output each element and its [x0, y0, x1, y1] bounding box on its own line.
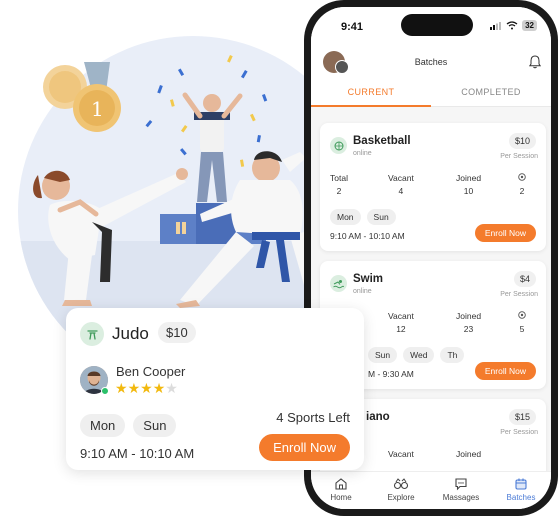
- batch-price-unit: Per Session: [500, 291, 538, 298]
- enroll-now-button[interactable]: Enroll Now: [474, 362, 536, 380]
- app-header: Batches: [311, 47, 551, 81]
- battery-icon: 32: [522, 20, 537, 31]
- stat-vacant: Vacant 4: [388, 173, 414, 196]
- binoculars-icon: [393, 478, 409, 490]
- page-title: Batches: [414, 57, 448, 67]
- stat-joined: Joined 10: [456, 173, 482, 196]
- sports-left: 4 Sports Left: [276, 410, 350, 425]
- wifi-icon: [506, 21, 518, 30]
- batch-mode: online: [353, 150, 372, 157]
- rating-stars: ★★★★★: [115, 380, 178, 397]
- batch-time: 9:10 AM - 10:10 AM: [330, 231, 405, 241]
- sport-name: Judo: [112, 324, 149, 343]
- batch-card-basketball[interactable]: Basketball online $10 Per Session Total 2…: [320, 123, 546, 251]
- batch-days: Mon Sun: [330, 209, 396, 225]
- enroll-now-button[interactable]: Enroll Now: [474, 224, 536, 242]
- day-chip: Mon: [330, 209, 361, 225]
- chat-icon: [455, 478, 467, 491]
- star-icon: ★: [115, 380, 128, 396]
- day-chip: Mon: [80, 414, 126, 437]
- day-chip: Sun: [133, 414, 177, 437]
- batch-name: iano: [366, 411, 390, 423]
- nav-messages[interactable]: Massages: [431, 472, 491, 509]
- batch-price-unit: Per Session: [500, 429, 538, 436]
- batch-price-unit: Per Session: [500, 153, 538, 160]
- target-icon: [518, 311, 526, 319]
- nav-home[interactable]: Home: [311, 472, 371, 509]
- status-icons: 32: [490, 20, 537, 31]
- day-chip: Wed: [403, 347, 435, 363]
- star-icon: ★: [165, 380, 178, 396]
- day-chip: Sun: [366, 209, 396, 225]
- bell-icon[interactable]: [529, 55, 541, 69]
- sport-price: $10: [158, 322, 196, 343]
- status-time: 9:41: [341, 21, 364, 33]
- day-chip: Sun: [368, 347, 398, 363]
- batch-tabs: CURRENT COMPLETED: [311, 81, 551, 107]
- star-icon: ★: [140, 380, 153, 396]
- dynamic-island: [401, 14, 473, 36]
- swim-icon: [330, 275, 347, 292]
- nav-batches[interactable]: Batches: [491, 472, 551, 509]
- coach-name: Ben Cooper: [116, 364, 186, 379]
- tab-current[interactable]: CURRENT: [311, 81, 431, 107]
- day-chip: Th: [440, 347, 465, 363]
- nav-explore[interactable]: Explore: [371, 472, 431, 509]
- stat-total: Total 2: [330, 173, 348, 196]
- enroll-now-button[interactable]: Enroll Now: [259, 434, 350, 461]
- batch-name: Swim: [353, 273, 384, 285]
- stat-joined: Joined 23: [456, 311, 482, 334]
- stat-extra: 2: [518, 173, 526, 196]
- signal-icon: [490, 21, 502, 30]
- stat-vacant: Vacant 12: [388, 311, 414, 334]
- batch-name: Basketball: [353, 135, 411, 147]
- home-icon: [335, 478, 347, 490]
- judo-batch-card[interactable]: Judo $10 Ben Cooper ★★★★★ 4 Sports Left …: [66, 308, 364, 470]
- batch-time: M - 9:30 AM: [368, 369, 414, 379]
- judo-days: Mon Sun: [80, 414, 177, 437]
- target-icon: [518, 173, 526, 181]
- judo-time: 9:10 AM - 10:10 AM: [80, 446, 195, 461]
- tab-completed[interactable]: COMPLETED: [431, 81, 551, 106]
- judo-icon: [80, 322, 104, 346]
- stat-extra: 5: [518, 311, 526, 334]
- batch-price: $15: [508, 409, 536, 425]
- bottom-nav: Home Explore Massages Batches: [311, 471, 551, 509]
- batch-days: Sun Wed Th: [368, 347, 465, 363]
- batch-mode: online: [353, 288, 372, 295]
- batch-price: $10: [508, 133, 536, 149]
- star-icon: ★: [152, 380, 166, 396]
- calendar-icon: [515, 478, 527, 490]
- status-bar: 9:41 32: [311, 7, 551, 47]
- stat-joined: Joined: [456, 449, 482, 459]
- basketball-icon: [330, 137, 347, 154]
- star-icon: ★: [127, 380, 141, 396]
- online-status-dot: [101, 387, 109, 395]
- batch-price: $4: [513, 271, 536, 287]
- stat-vacant: Vacant: [388, 449, 414, 459]
